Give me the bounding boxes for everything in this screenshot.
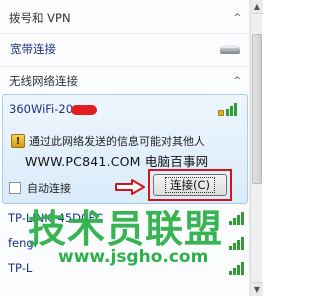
scrollbar-thumb[interactable] xyxy=(252,34,262,184)
connect-button[interactable]: 连接(C) xyxy=(153,174,227,196)
watermark-text: WWW.PC841.COM 电脑百事网 xyxy=(25,154,209,169)
signal-strength-icon xyxy=(229,236,244,250)
security-warning: ! 通过此网络发送的信息可能对其他人 xyxy=(11,133,205,149)
arrow-right-icon xyxy=(115,179,145,195)
drive-icon xyxy=(220,44,240,54)
divider xyxy=(0,66,250,67)
security-shield-icon xyxy=(218,110,224,116)
chevron-up-icon[interactable]: ^ xyxy=(233,13,241,23)
scroll-down-arrow-icon[interactable]: ▼ xyxy=(251,282,263,296)
selected-network-header[interactable]: 360WiFi-20 xyxy=(9,102,241,116)
connect-button-label: 连接(C) xyxy=(164,177,215,193)
network-flyout: 拨号和 VPN ^ 宽带连接 无线网络连接 ^ 360WiFi-20 ! 通过此… xyxy=(0,0,250,296)
warning-shield-icon: ! xyxy=(11,134,25,148)
network-ssid: TP-L xyxy=(8,261,33,275)
wireless-header[interactable]: 无线网络连接 ^ xyxy=(0,69,250,93)
security-warning-text: 通过此网络发送的信息可能对其他人 xyxy=(29,135,205,148)
brand-url-watermark: www.jsgho.com xyxy=(58,247,209,267)
scroll-up-arrow-icon[interactable]: ▲ xyxy=(251,0,263,14)
signal-strength-icon xyxy=(218,102,241,116)
signal-strength-icon xyxy=(229,211,244,225)
scrollbar[interactable]: ▲ ▼ xyxy=(250,0,263,296)
dialup-vpn-header[interactable]: 拨号和 VPN ^ xyxy=(0,6,250,30)
selected-network-ssid: 360WiFi-20 xyxy=(9,102,74,116)
chevron-up-icon[interactable]: ^ xyxy=(233,76,241,86)
auto-connect-checkbox[interactable] xyxy=(9,182,21,194)
signal-strength-icon xyxy=(229,261,244,275)
divider xyxy=(0,33,250,34)
auto-connect-label: 自动连接 xyxy=(27,182,71,195)
broadband-connection-label: 宽带连接 xyxy=(10,42,56,56)
wireless-title: 无线网络连接 xyxy=(9,74,78,88)
brand-watermark: 技术员联盟 xyxy=(28,207,224,251)
auto-connect-option[interactable]: 自动连接 xyxy=(9,180,71,196)
dialup-vpn-title: 拨号和 VPN xyxy=(9,11,71,25)
redaction-mark xyxy=(71,105,98,115)
broadband-connection-item[interactable]: 宽带连接 xyxy=(0,38,250,60)
